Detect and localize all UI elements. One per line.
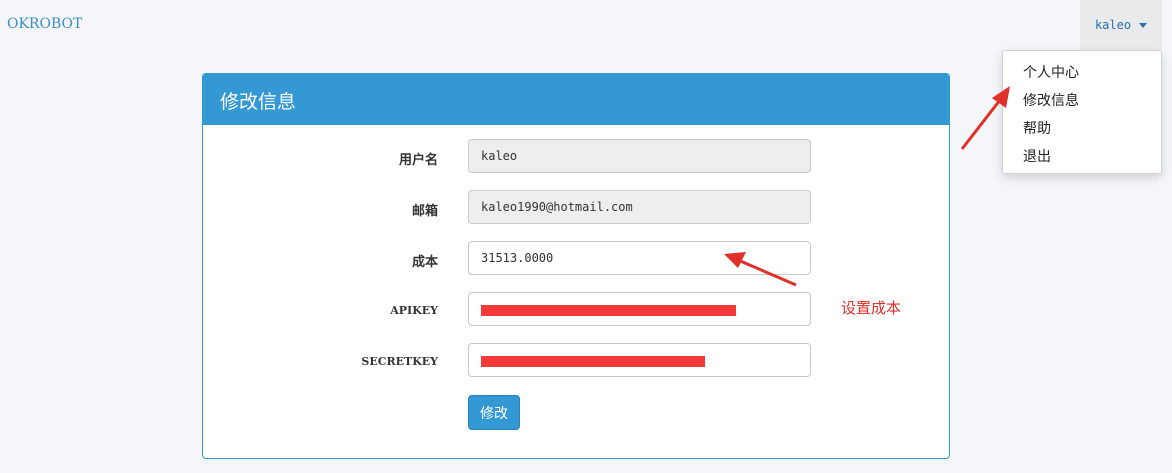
annotation-arrows	[724, 86, 1010, 287]
arrow-to-cost-icon	[724, 252, 797, 287]
arrow-to-edit-info-icon	[960, 86, 1010, 150]
